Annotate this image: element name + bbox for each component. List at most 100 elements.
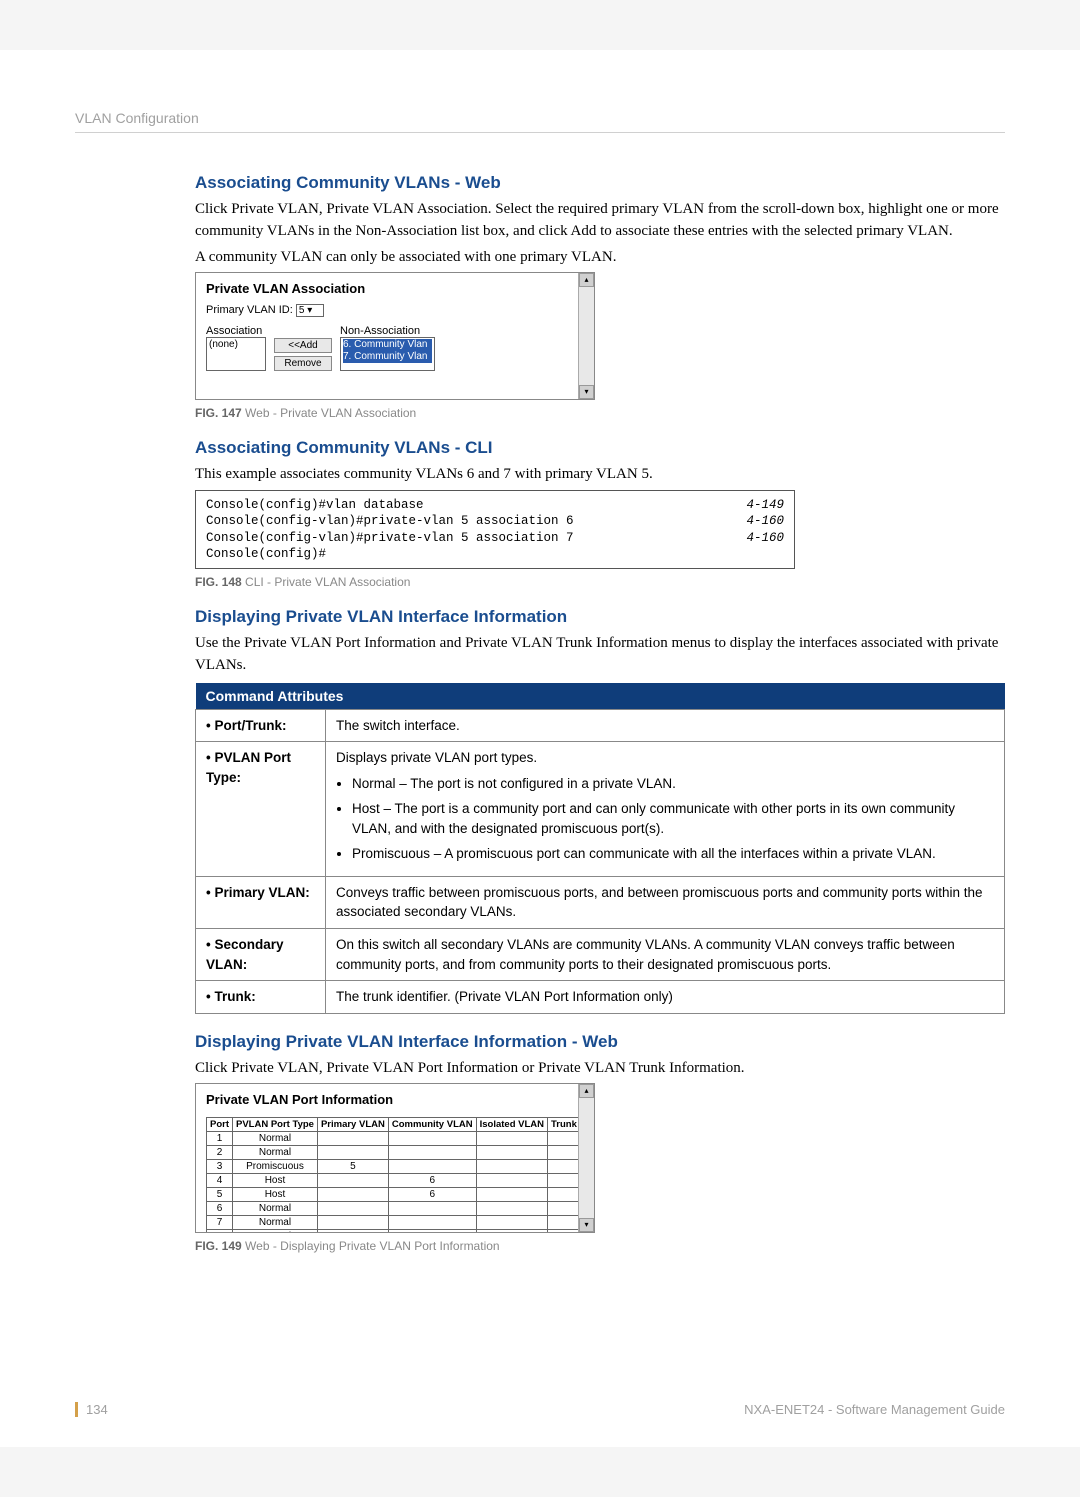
table-cell (476, 1132, 547, 1146)
cli-line: Console(config-vlan)#private-vlan 5 asso… (206, 513, 784, 529)
body-text: Use the Private VLAN Port Information an… (195, 633, 1005, 677)
table-cell: Host (233, 1174, 318, 1188)
table-cell (548, 1160, 581, 1174)
attr-key: • Primary VLAN: (196, 876, 326, 928)
fig149-caption: FIG. 149 Web - Displaying Private VLAN P… (195, 1239, 1005, 1253)
scroll-down-icon[interactable]: ▾ (579, 1218, 594, 1232)
nonassociation-listbox[interactable]: 6. Community Vlan 7. Community Vlan (340, 337, 435, 371)
remove-button[interactable]: Remove (274, 356, 332, 371)
caption-text: Web - Private VLAN Association (245, 406, 416, 420)
caption-text: CLI - Private VLAN Association (245, 575, 410, 589)
list-item: 7. Community Vlan (343, 351, 432, 363)
port-info-table: PortPVLAN Port TypePrimary VLANCommunity… (206, 1117, 581, 1233)
table-cell (548, 1230, 581, 1234)
attr-desc: On this switch all secondary VLANs are c… (326, 929, 1005, 981)
command-attributes-table: Command Attributes • Port/Trunk:The swit… (195, 683, 1005, 1014)
cli-line: Console(config)#vlan database4-149 (206, 497, 784, 513)
table-row: • Primary VLAN:Conveys traffic between p… (196, 876, 1005, 928)
table-cell (317, 1188, 388, 1202)
cli-line: Console(config-vlan)#private-vlan 5 asso… (206, 530, 784, 546)
table-cell (548, 1216, 581, 1230)
doc-title: NXA-ENET24 - Software Management Guide (744, 1402, 1005, 1417)
table-cell: 3 (207, 1160, 233, 1174)
cli-reference: 4-160 (726, 513, 784, 529)
section-title-assoc-cli: Associating Community VLANs - CLI (195, 438, 1005, 458)
table-cell: Normal (233, 1146, 318, 1160)
scrollbar[interactable]: ▴ ▾ (578, 1084, 594, 1232)
table-cell: Normal (233, 1230, 318, 1234)
table-cell: Normal (233, 1132, 318, 1146)
column-header: Isolated VLAN (476, 1118, 547, 1132)
attr-key: • Secondary VLAN: (196, 929, 326, 981)
table-cell (388, 1202, 476, 1216)
table-cell (317, 1216, 388, 1230)
table-cell: 4 (207, 1174, 233, 1188)
attr-desc: Displays private VLAN port types.Normal … (326, 742, 1005, 877)
table-cell (388, 1230, 476, 1234)
column-header: Community VLAN (388, 1118, 476, 1132)
nonassoc-label: Non-Association (340, 325, 435, 337)
body-text: Click Private VLAN, Private VLAN Associa… (195, 199, 1005, 243)
scroll-up-icon[interactable]: ▴ (579, 1084, 594, 1098)
cli-line: Console(config)# (206, 546, 784, 562)
table-cell (476, 1174, 547, 1188)
primary-vlan-select[interactable]: 5 ▾ (296, 304, 324, 317)
main-content: Associating Community VLANs - Web Click … (75, 173, 1005, 1253)
table-cell (388, 1132, 476, 1146)
table-cell: 1 (207, 1132, 233, 1146)
column-header: PVLAN Port Type (233, 1118, 318, 1132)
list-item: (none) (209, 339, 238, 350)
table-row: 1Normal (207, 1132, 581, 1146)
cli-reference (764, 546, 784, 562)
table-cell (317, 1230, 388, 1234)
table-cell (317, 1132, 388, 1146)
list-item: 6. Community Vlan (343, 339, 432, 351)
caption-label: FIG. 147 (195, 406, 242, 420)
fig147-caption: FIG. 147 Web - Private VLAN Association (195, 406, 1005, 420)
scrollbar[interactable]: ▴ ▾ (578, 273, 594, 399)
table-cell: 2 (207, 1146, 233, 1160)
attr-desc: The switch interface. (326, 709, 1005, 742)
fig147-panel: Private VLAN Association Primary VLAN ID… (195, 272, 595, 400)
table-cell: 8 (207, 1230, 233, 1234)
table-cell (317, 1174, 388, 1188)
table-header: Command Attributes (196, 683, 1005, 710)
table-cell (317, 1202, 388, 1216)
table-cell (548, 1146, 581, 1160)
attr-key: • Port/Trunk: (196, 709, 326, 742)
body-text: This example associates community VLANs … (195, 464, 1005, 486)
table-cell: 7 (207, 1216, 233, 1230)
association-listbox[interactable]: (none) (206, 337, 266, 371)
attr-key: • PVLAN Port Type: (196, 742, 326, 877)
scroll-down-icon[interactable]: ▾ (579, 385, 594, 399)
section-title-assoc-web: Associating Community VLANs - Web (195, 173, 1005, 193)
attr-subitem: Host – The port is a community port and … (352, 799, 994, 838)
table-cell: 6 (388, 1174, 476, 1188)
table-row: 6Normal (207, 1202, 581, 1216)
table-cell: 6 (388, 1188, 476, 1202)
table-row: 7Normal (207, 1216, 581, 1230)
table-row: 5Host6 (207, 1188, 581, 1202)
table-cell (476, 1188, 547, 1202)
section-title-display: Displaying Private VLAN Interface Inform… (195, 607, 1005, 627)
table-cell (388, 1160, 476, 1174)
body-text: A community VLAN can only be associated … (195, 247, 1005, 269)
table-row: 4Host 6 (207, 1174, 581, 1188)
attr-desc: Conveys traffic between promiscuous port… (326, 876, 1005, 928)
panel-title: Private VLAN Port Information (196, 1084, 594, 1117)
table-cell (476, 1230, 547, 1234)
table-cell: Host (233, 1188, 318, 1202)
fig148-caption: FIG. 148 CLI - Private VLAN Association (195, 575, 1005, 589)
add-button[interactable]: <<Add (274, 338, 332, 353)
running-header: VLAN Configuration (75, 110, 1005, 133)
table-cell (548, 1202, 581, 1216)
table-cell (548, 1188, 581, 1202)
scroll-up-icon[interactable]: ▴ (579, 273, 594, 287)
primary-vlan-label: Primary VLAN ID: (206, 304, 293, 316)
table-cell: 5 (317, 1160, 388, 1174)
table-cell: 6 (207, 1202, 233, 1216)
cli-command: Console(config-vlan)#private-vlan 5 asso… (206, 530, 574, 546)
cli-command: Console(config-vlan)#private-vlan 5 asso… (206, 513, 574, 529)
table-cell (388, 1216, 476, 1230)
panel-title: Private VLAN Association (196, 273, 594, 300)
